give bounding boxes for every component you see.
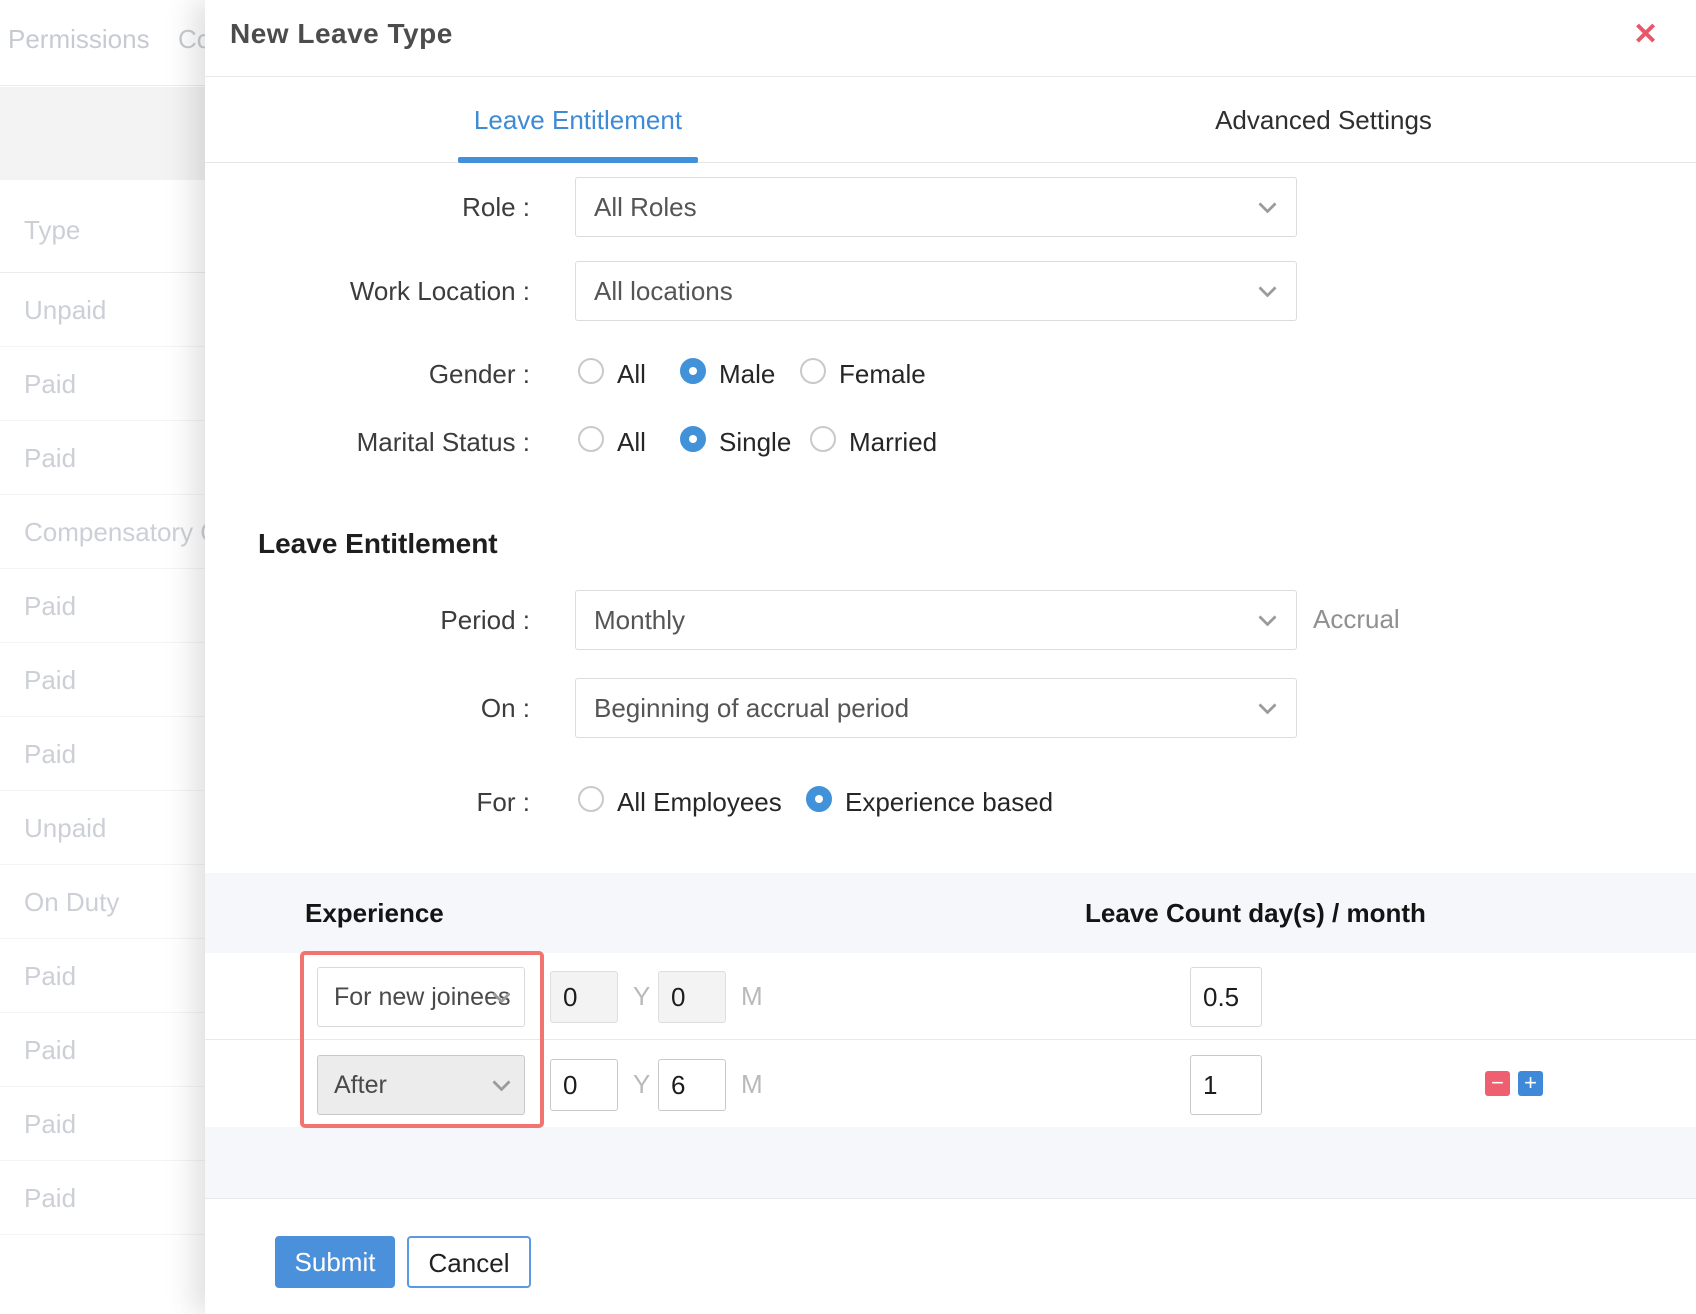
leave-count-column-header: Leave Count day(s) / month [1085,898,1426,929]
modal-footer: Submit Cancel [205,1198,1696,1314]
submit-button[interactable]: Submit [275,1236,395,1288]
gender-all-radio[interactable] [578,358,604,384]
close-icon[interactable]: ✕ [1633,20,1658,50]
active-tab-indicator [458,157,698,163]
experience-footer-band [205,1127,1696,1198]
experience-condition-dropdown[interactable]: For new joinees [317,967,525,1027]
gender-male-radio[interactable] [680,358,706,384]
months-unit-label: M [741,981,763,1012]
gender-female-label[interactable]: Female [839,359,926,390]
add-row-button[interactable]: + [1518,1071,1543,1096]
experience-condition-dropdown[interactable]: After [317,1055,525,1115]
period-dropdown[interactable]: Monthly [575,590,1297,650]
on-dropdown[interactable]: Beginning of accrual period [575,678,1297,738]
period-label: Period : [205,605,530,636]
gender-male-label[interactable]: Male [719,359,775,390]
years-unit-label: Y [633,1069,650,1100]
months-input[interactable]: 0 [658,971,726,1023]
on-label: On : [205,693,530,724]
work-location-dropdown[interactable]: All locations [575,261,1297,321]
for-experience-based-label[interactable]: Experience based [845,787,1053,818]
for-all-employees-radio[interactable] [578,786,604,812]
modal-title: New Leave Type [230,18,453,50]
experience-row-2: After 0 Y 6 M 1 − + [205,1041,1696,1128]
marital-single-label[interactable]: Single [719,427,791,458]
role-dropdown[interactable]: All Roles [575,177,1297,237]
tab-leave-entitlement[interactable]: Leave Entitlement [205,77,951,163]
tab-advanced-settings[interactable]: Advanced Settings [951,77,1696,163]
experience-column-header: Experience [305,898,444,929]
leave-count-input[interactable]: 0.5 [1190,967,1262,1027]
remove-row-button[interactable]: − [1485,1071,1510,1096]
months-input[interactable]: 6 [658,1059,726,1111]
chevron-down-icon [492,1073,510,1091]
for-experience-based-radio[interactable] [806,786,832,812]
chevron-down-icon [1258,608,1276,626]
chevron-down-icon [1258,279,1276,297]
marital-single-radio[interactable] [680,426,706,452]
experience-row-1: For new joinees 0 Y 0 M 0.5 [205,953,1696,1040]
on-value: Beginning of accrual period [594,693,909,723]
years-input[interactable]: 0 [550,1059,618,1111]
role-value: All Roles [594,192,697,222]
type-column-header: Type [24,215,80,246]
leave-entitlement-heading: Leave Entitlement [258,528,498,560]
work-location-label: Work Location : [205,276,530,307]
for-all-employees-label[interactable]: All Employees [617,787,782,818]
accrual-note: Accrual [1313,604,1400,635]
new-leave-type-modal: New Leave Type ✕ Leave Entitlement Advan… [205,0,1696,1314]
marital-all-label[interactable]: All [617,427,646,458]
gender-all-label[interactable]: All [617,359,646,390]
gender-female-radio[interactable] [800,358,826,384]
months-unit-label: M [741,1069,763,1100]
experience-condition-value: For new joinees [334,983,510,1011]
experience-condition-value: After [334,1071,387,1099]
work-location-value: All locations [594,276,733,306]
gender-label: Gender : [205,359,530,390]
chevron-down-icon [1258,696,1276,714]
bg-tab-permissions[interactable]: Permissions [8,24,150,55]
years-unit-label: Y [633,981,650,1012]
role-label: Role : [205,192,530,223]
marital-married-label[interactable]: Married [849,427,937,458]
screen: Permissions Co Type Unpaid Paid Paid Com… [0,0,1696,1314]
for-label: For : [205,787,530,818]
years-input[interactable]: 0 [550,971,618,1023]
period-value: Monthly [594,605,685,635]
marital-status-label: Marital Status : [205,427,530,458]
chevron-down-icon [1258,195,1276,213]
modal-tabbar: Leave Entitlement Advanced Settings [205,77,1696,163]
marital-all-radio[interactable] [578,426,604,452]
marital-married-radio[interactable] [810,426,836,452]
cancel-button[interactable]: Cancel [407,1236,531,1288]
leave-count-input[interactable]: 1 [1190,1055,1262,1115]
